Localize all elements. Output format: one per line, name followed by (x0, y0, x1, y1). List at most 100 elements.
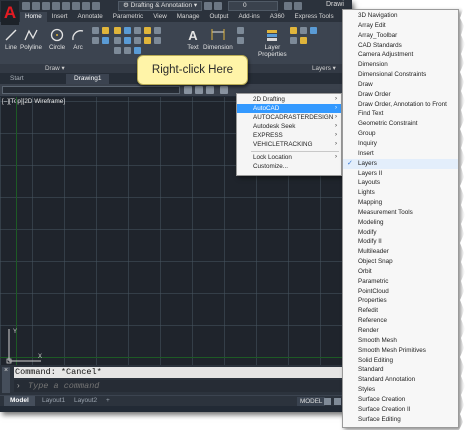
offset-icon[interactable] (114, 47, 121, 54)
toolbar-list-item-layers[interactable]: ✓ Layers (343, 158, 458, 169)
tab-insert[interactable]: Insert (47, 12, 73, 22)
text-tool[interactable]: A Text (186, 24, 200, 51)
toolbar-list-item-surface-creation-ii[interactable]: Surface Creation II (343, 405, 458, 415)
tab-model[interactable]: Model (4, 396, 35, 406)
array-icon[interactable] (144, 37, 151, 44)
layer-lock-icon[interactable] (310, 27, 317, 34)
toolbar-list-item-modify-ii[interactable]: Modify II (343, 237, 458, 247)
toolbar-list-item-standard[interactable]: Standard (343, 365, 458, 375)
tab-layout2[interactable]: Layout2 (68, 396, 103, 406)
toolbar-list-item-reference[interactable]: Reference (343, 316, 458, 326)
tab-manage[interactable]: Manage (172, 12, 205, 22)
toolbar-list-item-find-text[interactable]: Find Text (343, 109, 458, 119)
line-tool[interactable]: Line (4, 24, 18, 51)
mirror-icon[interactable] (154, 27, 161, 34)
save-icon[interactable] (42, 2, 50, 10)
tab-parametric[interactable]: Parametric (108, 12, 148, 22)
menu-item-customize[interactable]: Customize... (237, 162, 341, 171)
tab-add-ins[interactable]: Add-ins (233, 12, 264, 22)
layers-panel-title[interactable]: Layers ▾ (312, 64, 336, 73)
menu-item-autocadrasterdesign[interactable]: AUTOCADRASTERDESIGN › (237, 113, 341, 122)
tab-add-layout[interactable]: + (100, 396, 116, 406)
save-as-icon[interactable] (52, 2, 60, 10)
toolbar-list-item-object-snap[interactable]: Object Snap (343, 257, 458, 267)
toolbar-list-item-geometric-constraint[interactable]: Geometric Constraint (343, 119, 458, 129)
undo-icon[interactable] (72, 2, 80, 10)
toolbar-list-item-measurement-tools[interactable]: Measurement Tools (343, 208, 458, 218)
toolbar-list-item-smooth-mesh[interactable]: Smooth Mesh (343, 336, 458, 346)
redo-icon[interactable] (82, 2, 90, 10)
toolbar-list-item-camera-adjustment[interactable]: Camera Adjustment (343, 50, 458, 60)
leader-icon[interactable] (237, 27, 244, 34)
erase-icon[interactable] (154, 37, 161, 44)
hatch-icon[interactable] (102, 27, 109, 34)
workspace-dropdown[interactable]: ⚙ Drafting & Annotation ▾ (118, 1, 203, 11)
command-input[interactable] (14, 380, 350, 392)
layer-freeze-icon[interactable] (300, 27, 307, 34)
tab-drawing1[interactable]: Drawing1 (66, 74, 110, 84)
explode-icon[interactable] (124, 47, 131, 54)
toolbar-list-item-refedit[interactable]: Refedit (343, 306, 458, 316)
snap-toggle-icon[interactable] (334, 398, 341, 405)
grid-toggle-icon[interactable] (324, 398, 331, 405)
move-icon[interactable] (114, 27, 121, 34)
toolbar-list-item-inquiry[interactable]: Inquiry (343, 139, 458, 149)
toolbar-list-item-layers-ii[interactable]: Layers II (343, 169, 458, 179)
toolbar-list-item-modeling[interactable]: Modeling (343, 218, 458, 228)
toolbar-list-item-dimensional-constraints[interactable]: Dimensional Constraints (343, 70, 458, 80)
ellipse-icon[interactable] (92, 37, 99, 44)
toolbar-list-item-parametric[interactable]: Parametric (343, 277, 458, 287)
menu-item-2d-drafting[interactable]: 2D Drafting › (237, 95, 341, 104)
toolbar-list-item-layouts[interactable]: Layouts (343, 178, 458, 188)
toolbar-list-item-3d-navigation[interactable]: 3D Navigation (343, 11, 458, 21)
table-icon[interactable] (237, 37, 244, 44)
toolbar-list-item-surface-editing[interactable]: Surface Editing (343, 415, 458, 425)
circle-tool[interactable]: Circle (49, 24, 65, 51)
scale-icon[interactable] (134, 37, 141, 44)
tab-annotate[interactable]: Annotate (73, 12, 108, 22)
toolbar-list-item-array-edit[interactable]: Array Edit (343, 21, 458, 31)
toolbar-list-item-orbit[interactable]: Orbit (343, 267, 458, 277)
toolbar-icon-3[interactable] (206, 86, 214, 94)
toolbar-list-item-solid-editing[interactable]: Solid Editing (343, 356, 458, 366)
gradient-icon[interactable] (102, 37, 109, 44)
application-menu-logo[interactable]: A (1, 1, 19, 25)
toolbar-list-item-surface-creation[interactable]: Surface Creation (343, 395, 458, 405)
draw-panel-title[interactable]: Draw ▾ (45, 64, 65, 73)
toolbar-icon-4[interactable] (220, 86, 228, 94)
layer-dropdown[interactable]: 0 (228, 1, 278, 11)
toolbar-list-item-group[interactable]: Group (343, 129, 458, 139)
toolbar-list-item-pointcloud[interactable]: PointCloud (343, 287, 458, 297)
layer-previous-icon[interactable] (300, 37, 307, 44)
copy-icon[interactable] (144, 27, 151, 34)
dimension-tool[interactable]: Dimension (203, 24, 233, 51)
rotate-icon[interactable] (124, 27, 131, 34)
toolbar-list-item-lights[interactable]: Lights (343, 188, 458, 198)
toolbar-list-item-render[interactable]: Render (343, 326, 458, 336)
tab-start[interactable]: Start (2, 74, 32, 84)
toolbar-dropdown[interactable] (2, 86, 180, 94)
layer-match-icon[interactable] (290, 37, 297, 44)
rectangle-icon[interactable] (92, 27, 99, 34)
tab-layout1[interactable]: Layout1 (36, 396, 71, 406)
menu-item-autocad[interactable]: AutoCAD › (237, 104, 341, 114)
open-icon[interactable] (32, 2, 40, 10)
menu-item-vehicletracking[interactable]: VEHICLETRACKING › (237, 140, 341, 149)
plot-icon[interactable] (62, 2, 70, 10)
tab-a360[interactable]: A360 (265, 12, 290, 22)
toolbar-list-item-cad-standards[interactable]: CAD Standards (343, 41, 458, 51)
menu-item-express[interactable]: EXPRESS › (237, 131, 341, 140)
polyline-tool[interactable]: Polyline (20, 24, 42, 51)
tab-home[interactable]: Home (20, 12, 47, 22)
viewport-label[interactable]: [–][Top][2D Wireframe] (2, 98, 65, 105)
stretch-icon[interactable] (124, 37, 131, 44)
close-icon[interactable]: × (2, 367, 10, 393)
menu-item-lock-location[interactable]: Lock Location › (237, 153, 341, 162)
layer-on-icon[interactable] (290, 27, 297, 34)
toolbar-icon-1[interactable] (184, 86, 192, 94)
toolbar-list-item-draw[interactable]: Draw (343, 80, 458, 90)
toolbar-list-item-draw-order-annotation-to-front[interactable]: Draw Order, Annotation to Front (343, 100, 458, 110)
share-icon[interactable] (92, 2, 100, 10)
fillet-icon[interactable] (114, 37, 121, 44)
toolbar-icon-2[interactable] (195, 86, 203, 94)
